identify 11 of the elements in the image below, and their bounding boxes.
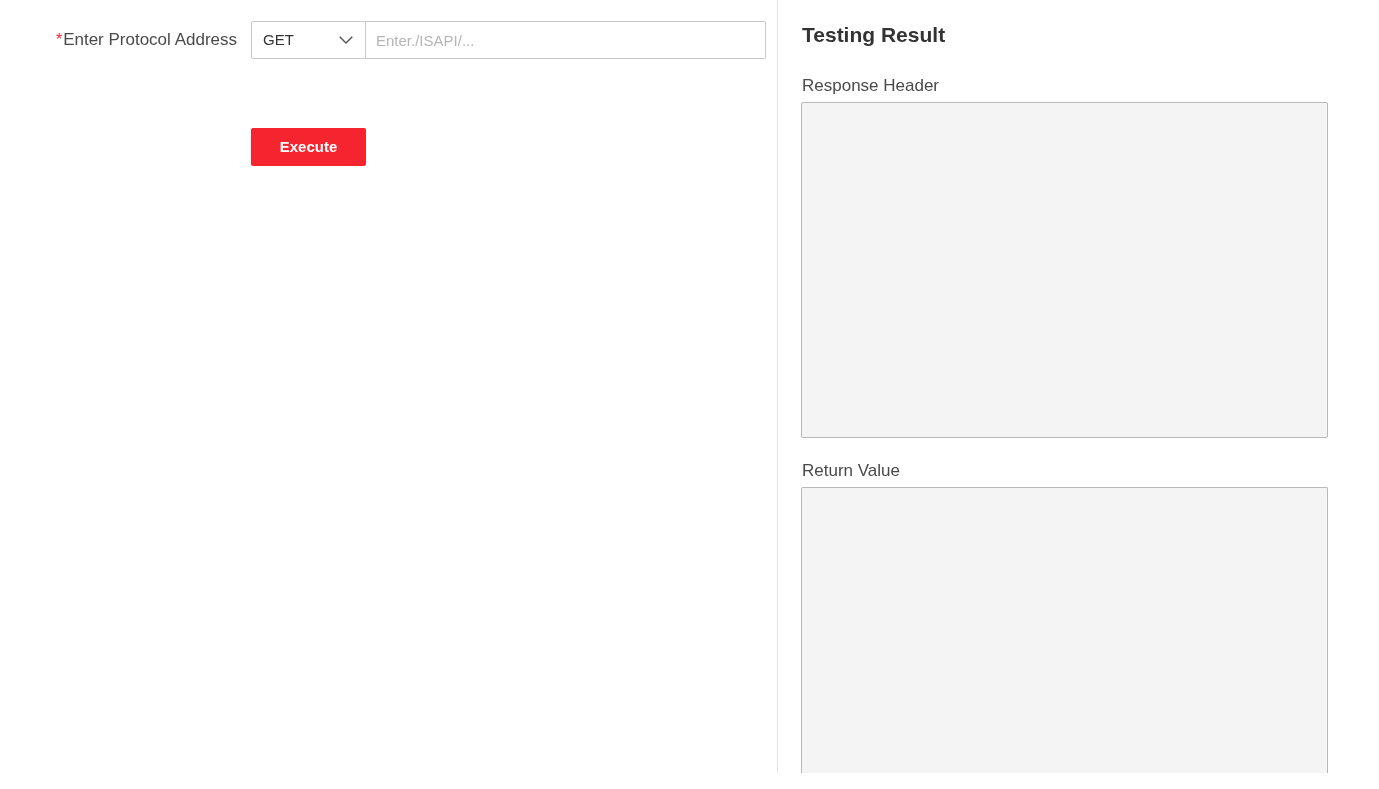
result-textarea[interactable] xyxy=(801,102,1328,438)
field-label: Response Header xyxy=(801,76,941,96)
section-title: Testing Result xyxy=(801,22,947,48)
field-label: Return Value xyxy=(801,461,901,481)
address-input[interactable]: Enter./ISAPI/... xyxy=(366,21,766,59)
execute-button[interactable]: Execute xyxy=(251,128,366,166)
result-textarea[interactable] xyxy=(801,487,1328,773)
required-mark: * xyxy=(55,30,63,50)
field-label: Enter Protocol Address xyxy=(63,29,237,52)
chevron-down-icon xyxy=(339,36,353,44)
method-select[interactable]: GET xyxy=(251,21,366,59)
